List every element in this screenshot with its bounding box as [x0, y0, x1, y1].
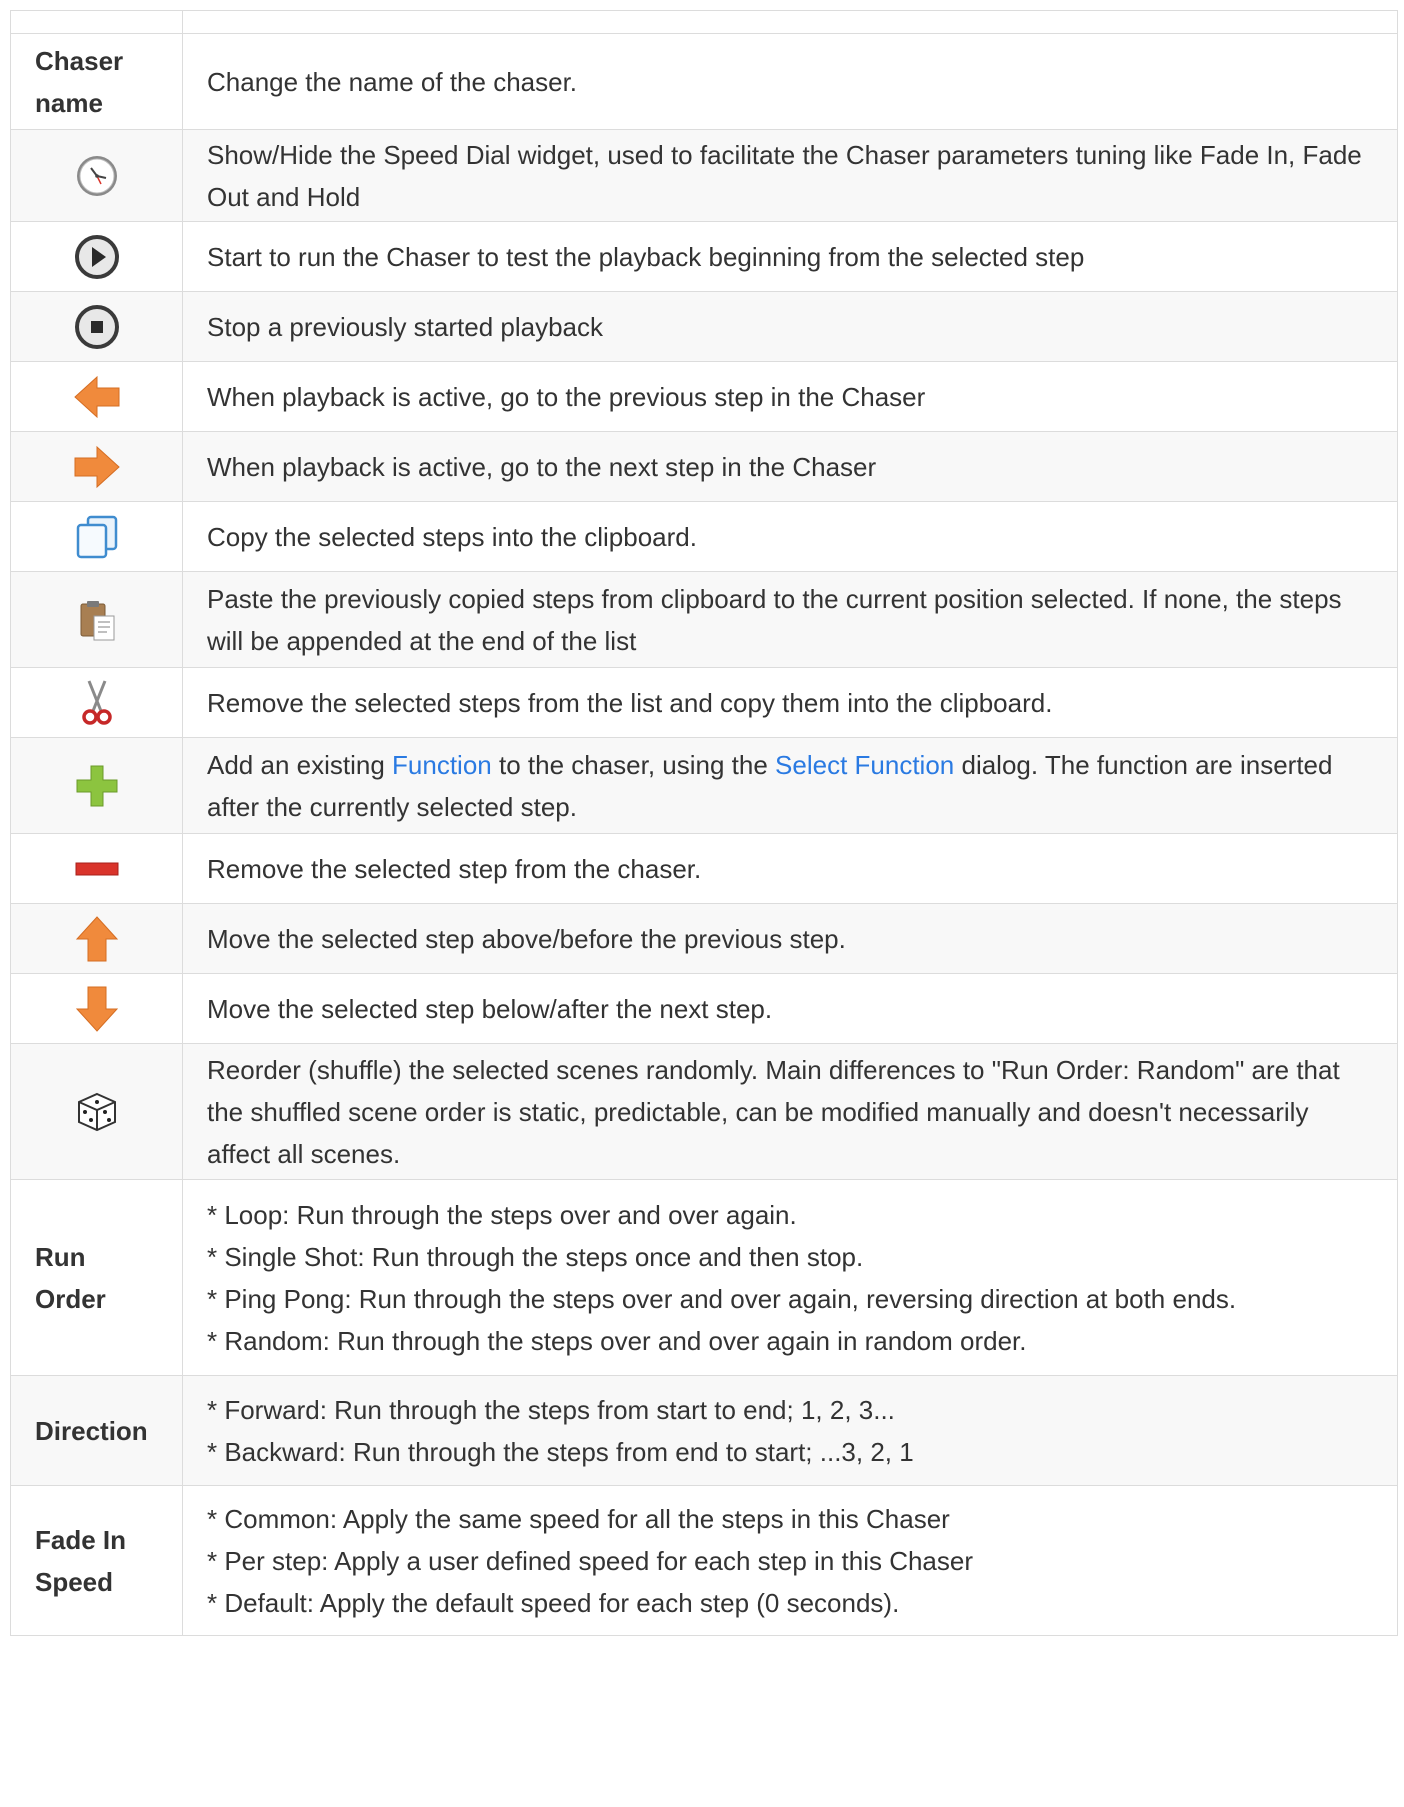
row-description: Start to run the Chaser to test the play…: [182, 221, 1398, 292]
table-row: Move the selected step below/after the n…: [10, 973, 1398, 1044]
table-row: Remove the selected step from the chaser…: [10, 833, 1398, 904]
row-description: When playback is active, go to the next …: [182, 431, 1398, 502]
row-description: * Loop: Run through the steps over and o…: [182, 1179, 1398, 1376]
row-description: Paste the previously copied steps from c…: [182, 571, 1398, 668]
function-link[interactable]: Function: [392, 750, 492, 780]
row-key: Run Order: [10, 1179, 183, 1376]
table-row: Move the selected step above/before the …: [10, 903, 1398, 974]
row-key: Fade In Speed: [10, 1485, 183, 1636]
row-description: When playback is active, go to the previ…: [182, 361, 1398, 432]
row-description: Change the name of the chaser.: [182, 33, 1398, 130]
select-function-link[interactable]: Select Function: [775, 750, 954, 780]
row-description: Remove the selected step from the chaser…: [182, 833, 1398, 904]
row-description: Move the selected step above/before the …: [182, 903, 1398, 974]
option-line: * Ping Pong: Run through the steps over …: [207, 1283, 1237, 1314]
plus-icon: [76, 765, 117, 806]
table-row: Run Order * Loop: Run through the steps …: [10, 1179, 1398, 1376]
row-description: Copy the selected steps into the clipboa…: [182, 501, 1398, 572]
row-description: Remove the selected steps from the list …: [182, 667, 1398, 738]
description-text: to the chaser, using the: [491, 749, 776, 780]
table-row: Stop a previously started playback: [10, 291, 1398, 362]
option-line: * Per step: Apply a user defined speed f…: [207, 1545, 974, 1576]
table-row: Start to run the Chaser to test the play…: [10, 221, 1398, 292]
row-key: Chaser name: [10, 33, 183, 130]
row-description: Reorder (shuffle) the selected scenes ra…: [182, 1043, 1398, 1180]
table-row: Chaser name Change the name of the chase…: [10, 33, 1398, 130]
option-line: * Default: Apply the default speed for e…: [207, 1587, 900, 1618]
chaser-editor-reference-table: Chaser name Change the name of the chase…: [10, 10, 1398, 1636]
option-line: * Loop: Run through the steps over and o…: [207, 1199, 797, 1230]
row-key: Direction: [10, 1375, 183, 1486]
description-text: Add an existing: [207, 749, 393, 780]
arrow-up-icon: [75, 915, 118, 961]
copy-icon: [76, 515, 117, 558]
minus-icon: [75, 862, 118, 875]
option-line: * Common: Apply the same speed for all t…: [207, 1503, 950, 1534]
option-line: * Random: Run through the steps over and…: [207, 1325, 1027, 1356]
table-row: Add an existing Function to the chaser, …: [10, 737, 1398, 834]
table-row: When playback is active, go to the previ…: [10, 361, 1398, 432]
arrow-down-icon: [75, 986, 118, 1032]
stop-icon: [74, 304, 119, 349]
table-row: Direction * Forward: Run through the ste…: [10, 1375, 1398, 1486]
row-description: Stop a previously started playback: [182, 291, 1398, 362]
row-description: Move the selected step below/after the n…: [182, 973, 1398, 1044]
row-description: * Forward: Run through the steps from st…: [182, 1375, 1398, 1486]
dice-icon: [77, 1092, 116, 1131]
table-header-row: [10, 10, 1398, 34]
arrow-right-icon: [74, 445, 120, 488]
clock-icon: [76, 155, 117, 196]
option-line: * Single Shot: Run through the steps onc…: [207, 1241, 864, 1272]
table-row: Show/Hide the Speed Dial widget, used to…: [10, 129, 1398, 222]
table-row: Fade In Speed * Common: Apply the same s…: [10, 1485, 1398, 1636]
table-row: When playback is active, go to the next …: [10, 431, 1398, 502]
arrow-left-icon: [73, 375, 119, 418]
option-line: * Backward: Run through the steps from e…: [207, 1436, 914, 1467]
row-description: Show/Hide the Speed Dial widget, used to…: [182, 129, 1398, 222]
table-row: Copy the selected steps into the clipboa…: [10, 501, 1398, 572]
row-description: Add an existing Function to the chaser, …: [182, 737, 1398, 834]
scissors-icon: [81, 679, 112, 725]
option-line: * Forward: Run through the steps from st…: [207, 1394, 895, 1425]
play-icon: [74, 234, 119, 279]
paste-icon: [80, 600, 114, 640]
table-row: Remove the selected steps from the list …: [10, 667, 1398, 738]
row-description: * Common: Apply the same speed for all t…: [182, 1485, 1398, 1636]
table-row: Reorder (shuffle) the selected scenes ra…: [10, 1043, 1398, 1180]
table-row: Paste the previously copied steps from c…: [10, 571, 1398, 668]
